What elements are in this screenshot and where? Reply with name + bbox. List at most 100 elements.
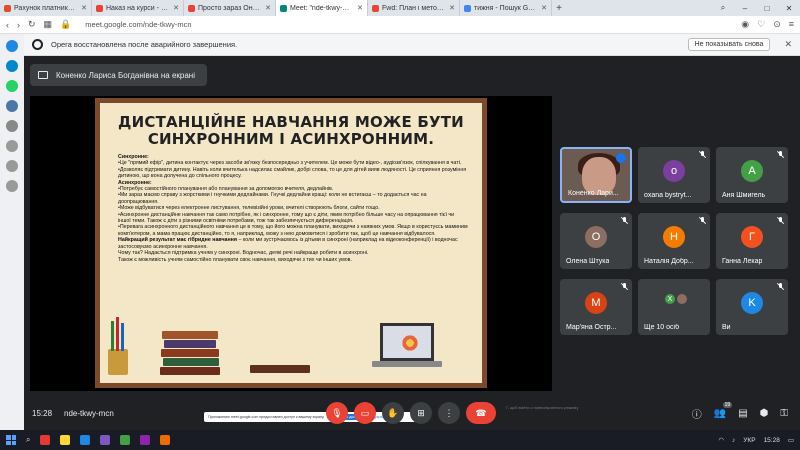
heart-icon[interactable]: [6, 140, 18, 152]
tab-payer-invoice[interactable]: Рахунок платника - #209! ✕: [0, 0, 92, 16]
avatar: o: [663, 160, 685, 182]
notification-icon[interactable]: ▭: [788, 436, 794, 444]
mic-off-icon: [699, 217, 705, 225]
tab-title: Meet: "nde-tkwy-mcn": [290, 4, 355, 12]
close-window-icon[interactable]: ✕: [778, 0, 800, 16]
presenter-banner: Коненко Лариса Богданівна на екрані: [30, 64, 207, 86]
close-tab-icon[interactable]: ✕: [81, 4, 87, 12]
tab-meet[interactable]: Meet: "nde-tkwy-mcn" ✕: [276, 0, 368, 16]
window-controls: ⌕ – □ ✕: [712, 0, 800, 16]
back-icon[interactable]: ‹: [6, 20, 9, 30]
messenger-icon[interactable]: [6, 40, 18, 52]
camera-toggle-button[interactable]: ▭: [354, 402, 376, 424]
opera-taskbar-icon[interactable]: [40, 435, 51, 445]
restore-infobar: Opera восстановлена после аварийного зав…: [24, 34, 800, 56]
bookmark-heart-icon[interactable]: ♡: [757, 19, 765, 30]
dont-show-again-button[interactable]: Не показывать снова: [687, 38, 771, 51]
search-tabs-icon[interactable]: ⌕: [712, 0, 734, 16]
volume-icon[interactable]: ♪: [732, 437, 735, 444]
participant-tile[interactable]: О Олена Штука: [560, 213, 632, 269]
close-icon[interactable]: ✕: [784, 39, 792, 50]
tab-course-order[interactable]: Наказ на курси - kursi.kom ✕: [92, 0, 184, 16]
snapshot-icon[interactable]: ⊙: [773, 19, 781, 30]
people-button[interactable]: 👥 19: [714, 401, 733, 419]
gmail-icon: [372, 4, 379, 12]
app-taskbar-icon[interactable]: [140, 435, 151, 445]
minimize-icon[interactable]: –: [734, 0, 756, 16]
present-button[interactable]: ⊞: [410, 402, 432, 424]
close-tab-icon[interactable]: ✕: [357, 4, 363, 12]
more-options-button[interactable]: ⋮: [438, 402, 460, 424]
participant-name: Ви: [722, 324, 731, 331]
slide-title-line2: СИНХРОННИМ І АСИНХРОННИМ.: [147, 130, 435, 148]
participant-name: Олена Штука: [566, 258, 610, 265]
avatar: А: [741, 160, 763, 182]
search-icon[interactable]: ⌕: [26, 435, 30, 445]
participant-tile[interactable]: А Аня Шмигель: [716, 147, 788, 203]
more-vert-icon: ⋮: [444, 407, 454, 418]
meet-area: Коненко Лариса Богданівна на екрані ДИСТ…: [24, 56, 800, 430]
opera-sidebar: [0, 34, 24, 430]
vk-icon[interactable]: [6, 100, 18, 112]
tab-online-lesson[interactable]: Просто зараз Онлайн Ле ✕: [184, 0, 276, 16]
viber-taskbar-icon[interactable]: [100, 435, 111, 445]
activities-icon[interactable]: ⬢: [760, 408, 769, 419]
participant-tile[interactable]: Г Ганна Лекар: [716, 213, 788, 269]
whatsapp-icon[interactable]: [6, 80, 18, 92]
forward-icon[interactable]: ›: [17, 20, 20, 30]
close-tab-icon[interactable]: ✕: [265, 4, 271, 12]
clock-icon[interactable]: [6, 160, 18, 172]
reload-icon[interactable]: ↻: [28, 19, 36, 30]
keyboard-language[interactable]: УКР: [743, 437, 755, 444]
lock-icon: 🔒: [60, 19, 72, 29]
mic-toggle-button[interactable]: 🎙: [326, 402, 348, 424]
pencil-cup-icon: [106, 315, 130, 375]
app-taskbar-icon[interactable]: [120, 435, 131, 445]
taskbar-clock[interactable]: 15:28: [764, 437, 780, 444]
close-tab-icon[interactable]: ✕: [541, 4, 547, 12]
hand-icon: ✋: [387, 407, 399, 418]
participant-name: Коненко Лари...: [568, 190, 619, 197]
lock-icon[interactable]: ⚿: [780, 408, 788, 419]
settings-icon[interactable]: [6, 180, 18, 192]
close-tab-icon[interactable]: ✕: [449, 4, 455, 12]
raise-hand-button[interactable]: ✋: [382, 402, 404, 424]
participant-tile-self[interactable]: Коненко Лари...: [560, 147, 632, 203]
explorer-taskbar-icon[interactable]: [60, 435, 71, 445]
close-tab-icon[interactable]: ✕: [173, 4, 179, 12]
mic-off-icon: [621, 217, 627, 225]
url-field[interactable]: meet.google.com/nde-tkwy-mcn: [85, 20, 191, 29]
participant-tile[interactable]: o oxana bystryt...: [638, 147, 710, 203]
more-participants-tile[interactable]: Х Ще 10 осіб: [638, 279, 710, 335]
participant-tile-you[interactable]: K Ви: [716, 279, 788, 335]
speed-dial-icon[interactable]: ▦: [44, 19, 53, 30]
camera-icon[interactable]: ◉: [741, 19, 749, 30]
tab-fwd-plan[interactable]: Fwd: План і методичні на ✕: [368, 0, 460, 16]
network-icon[interactable]: ◠: [718, 436, 724, 444]
chat-icon[interactable]: ▤: [738, 408, 747, 419]
participant-tile[interactable]: М Мар'яна Остр...: [560, 279, 632, 335]
avatar: О: [585, 226, 607, 248]
avatar: K: [741, 292, 763, 314]
word-taskbar-icon[interactable]: [80, 435, 91, 445]
sync-item: •Це "прямий ефір", дитина контактує чере…: [118, 160, 462, 167]
history-icon[interactable]: [6, 120, 18, 132]
mic-off-icon: [777, 217, 783, 225]
app-taskbar-icon[interactable]: [160, 435, 171, 445]
participant-tile[interactable]: Н Наталія Добр...: [638, 213, 710, 269]
meeting-time: 15:28: [32, 408, 53, 418]
leave-call-button[interactable]: ☎: [466, 402, 496, 424]
tab-title: Fwd: План і методичні на: [382, 4, 446, 12]
maximize-icon[interactable]: □: [756, 0, 778, 16]
info-icon[interactable]: ⓘ: [692, 406, 702, 421]
tab-google-search[interactable]: тижня - Пошук Google ✕: [460, 0, 552, 16]
telegram-icon[interactable]: [6, 60, 18, 72]
mic-off-icon: [621, 283, 627, 291]
windows-start-icon[interactable]: [6, 435, 16, 445]
new-tab-button[interactable]: +: [552, 0, 566, 16]
present-screen-icon: ⊞: [417, 407, 425, 418]
system-tray: ◠ ♪ УКР 15:28 ▭: [718, 436, 794, 445]
easy-setup-icon[interactable]: ≡: [789, 19, 794, 30]
participant-name: Мар'яна Остр...: [566, 324, 617, 331]
sync-item: •Дозволяє підтримати дитину. Навіть коли…: [118, 166, 467, 180]
